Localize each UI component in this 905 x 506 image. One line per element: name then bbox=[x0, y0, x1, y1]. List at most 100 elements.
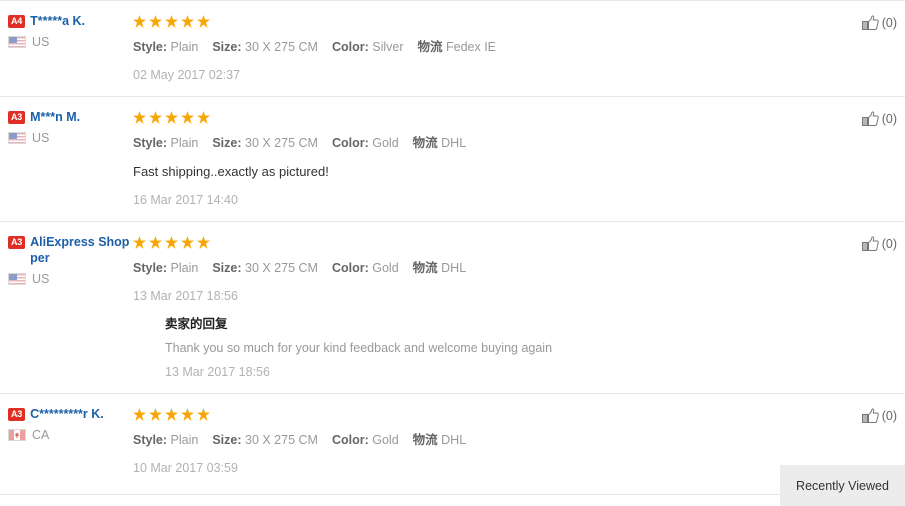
attribute-label: 物流 bbox=[412, 136, 438, 150]
ca-flag-icon bbox=[8, 429, 26, 441]
review-content: Style: Plain Size: 30 X 275 CM Color: Gold… bbox=[133, 109, 905, 209]
attribute-label: Style: bbox=[133, 136, 168, 150]
user-country: US bbox=[8, 35, 133, 49]
user-name[interactable]: AliExpress Shopper bbox=[30, 234, 130, 266]
review-attribute: 物流 DHL bbox=[413, 433, 467, 447]
helpful-button[interactable]: (0) bbox=[861, 15, 897, 31]
star-icon bbox=[197, 111, 210, 124]
attribute-value: Plain bbox=[167, 40, 199, 54]
user-name[interactable]: C*********r K. bbox=[30, 406, 104, 422]
recently-viewed-label: Recently Viewed bbox=[796, 478, 889, 493]
star-icon bbox=[181, 408, 194, 421]
review-attribute: Color: Gold bbox=[332, 261, 399, 275]
review-attribute: Size: 30 X 275 CM bbox=[212, 433, 318, 447]
attribute-value: Gold bbox=[368, 261, 399, 275]
star-icon bbox=[133, 15, 146, 28]
review-attribute: Size: 30 X 275 CM bbox=[212, 40, 318, 54]
review-attributes: Style: Plain Size: 30 X 275 CM Color: Gold… bbox=[133, 256, 835, 278]
us-flag-icon bbox=[8, 36, 26, 48]
country-code: US bbox=[32, 131, 50, 145]
user-name-line: A4 T*****a K. bbox=[8, 13, 133, 29]
review-attribute: 物流 DHL bbox=[413, 261, 467, 275]
thumbs-up-icon bbox=[861, 15, 879, 31]
attribute-label: Color: bbox=[331, 136, 369, 150]
attribute-value: Fedex IE bbox=[442, 40, 497, 54]
seller-reply: 卖家的回复 Thank you so much for your kind fee… bbox=[133, 305, 835, 381]
review-content: Style: Plain Size: 30 X 275 CM Color: Gold… bbox=[133, 234, 905, 381]
attribute-label: Style: bbox=[133, 261, 168, 275]
helpful-button[interactable]: (0) bbox=[861, 236, 897, 252]
review-body: A3 AliExpress Shopper US Style: Plain Size: … bbox=[0, 222, 905, 393]
review-attributes: Style: Plain Size: 30 X 275 CM Color: Gold… bbox=[133, 131, 835, 153]
star-rating bbox=[133, 111, 835, 127]
us-flag-icon bbox=[8, 132, 26, 144]
helpful-button[interactable]: (0) bbox=[861, 408, 897, 424]
user-name[interactable]: T*****a K. bbox=[30, 13, 85, 29]
review-attribute: Color: Silver bbox=[332, 40, 404, 54]
attribute-label: Color: bbox=[331, 40, 369, 54]
user-level-badge: A4 bbox=[8, 15, 26, 28]
country-code: US bbox=[32, 35, 50, 49]
review-user: A3 AliExpress Shopper US bbox=[0, 234, 133, 286]
star-icon bbox=[149, 111, 162, 124]
attribute-label: Color: bbox=[331, 261, 369, 275]
star-rating bbox=[133, 15, 835, 31]
country-code: CA bbox=[32, 428, 50, 442]
review-attribute: 物流 Fedex IE bbox=[418, 40, 497, 54]
star-icon bbox=[149, 15, 162, 28]
review-body: A3 C*********r K. CA Style: Plain Size: 30 X… bbox=[0, 394, 905, 489]
star-rating bbox=[133, 236, 835, 252]
user-name-line: A3 AliExpress Shopper bbox=[8, 234, 133, 266]
user-country: US bbox=[8, 272, 133, 286]
helpful-count: (0) bbox=[881, 16, 897, 30]
helpful-count: (0) bbox=[881, 237, 897, 251]
review-user: A3 C*********r K. CA bbox=[0, 406, 133, 442]
user-level-badge: A3 bbox=[8, 111, 26, 124]
attribute-value: Gold bbox=[368, 136, 399, 150]
star-icon bbox=[149, 236, 162, 249]
seller-reply-title: 卖家的回复 bbox=[165, 317, 228, 331]
thumbs-up-icon bbox=[861, 408, 879, 424]
country-code: US bbox=[32, 272, 50, 286]
attribute-value: 30 X 275 CM bbox=[241, 261, 318, 275]
attribute-value: DHL bbox=[437, 136, 467, 150]
recently-viewed-tab[interactable]: Recently Viewed bbox=[780, 465, 905, 506]
star-icon bbox=[181, 236, 194, 249]
star-icon bbox=[165, 408, 178, 421]
star-icon bbox=[197, 15, 210, 28]
user-name[interactable]: M***n M. bbox=[30, 109, 80, 125]
attribute-value: 30 X 275 CM bbox=[241, 136, 318, 150]
review-item: A3 AliExpress Shopper US Style: Plain Size: … bbox=[0, 221, 905, 393]
review-date: 10 Mar 2017 03:59 bbox=[133, 461, 238, 475]
star-icon bbox=[133, 111, 146, 124]
helpful-count: (0) bbox=[881, 409, 897, 423]
attribute-value: DHL bbox=[437, 261, 467, 275]
user-country: US bbox=[8, 131, 133, 145]
attribute-label: 物流 bbox=[412, 261, 438, 275]
thumbs-up-icon bbox=[861, 236, 879, 252]
user-level-badge: A3 bbox=[8, 236, 26, 249]
star-icon bbox=[197, 236, 210, 249]
seller-reply-body: Thank you so much for your kind feedback… bbox=[165, 341, 553, 355]
review-body: A4 T*****a K. US Style: Plain Size: 30 X 275… bbox=[0, 1, 905, 96]
attribute-value: DHL bbox=[437, 433, 467, 447]
attribute-label: Color: bbox=[331, 433, 369, 447]
review-date: 13 Mar 2017 18:56 bbox=[133, 289, 238, 303]
star-icon bbox=[165, 111, 178, 124]
attribute-value: Plain bbox=[167, 261, 199, 275]
star-icon bbox=[197, 408, 210, 421]
user-name-line: A3 C*********r K. bbox=[8, 406, 133, 422]
attribute-value: Gold bbox=[368, 433, 399, 447]
attribute-label: Style: bbox=[133, 40, 168, 54]
feedback-list: A4 T*****a K. US Style: Plain Size: 30 X 275… bbox=[0, 0, 905, 506]
us-flag-icon bbox=[8, 273, 26, 285]
helpful-button[interactable]: (0) bbox=[861, 111, 897, 127]
review-attribute: Style: Plain bbox=[133, 136, 198, 150]
bottom-separator bbox=[0, 494, 905, 495]
star-icon bbox=[165, 15, 178, 28]
attribute-label: Size: bbox=[212, 261, 242, 275]
review-user: A4 T*****a K. US bbox=[0, 13, 133, 49]
review-item: A4 T*****a K. US Style: Plain Size: 30 X 275… bbox=[0, 0, 905, 96]
attribute-label: Style: bbox=[133, 433, 168, 447]
review-attribute: Color: Gold bbox=[332, 433, 399, 447]
